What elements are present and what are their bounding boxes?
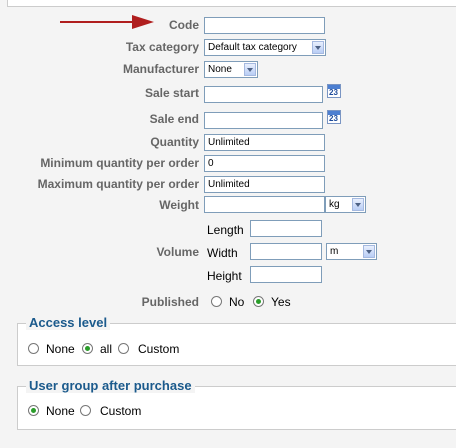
manufacturer-value: None: [208, 64, 232, 75]
weight-input[interactable]: [204, 196, 325, 213]
published-no-label: No: [229, 295, 245, 309]
sale-start-label: Sale start: [144, 86, 199, 100]
tax-category-value: Default tax category: [208, 42, 297, 53]
calendar-icon[interactable]: 23: [327, 84, 341, 98]
published-label: Published: [141, 295, 199, 309]
access-all-radio[interactable]: [82, 343, 93, 354]
calendar-icon[interactable]: 23: [327, 110, 341, 124]
manufacturer-label: Manufacturer: [122, 62, 199, 76]
access-none-radio[interactable]: [28, 343, 39, 354]
chevron-down-icon: [312, 41, 324, 54]
weight-unit-select[interactable]: kg: [325, 196, 366, 213]
access-level-legend: Access level: [26, 315, 111, 330]
user-group-custom-radio[interactable]: [80, 405, 91, 416]
width-input[interactable]: [250, 243, 322, 260]
sale-start-input[interactable]: [204, 86, 323, 103]
sale-end-input[interactable]: [204, 112, 323, 129]
code-input[interactable]: [204, 17, 325, 34]
height-input[interactable]: [250, 266, 322, 283]
access-custom-radio[interactable]: [118, 343, 129, 354]
width-label: Width: [207, 246, 238, 260]
length-input[interactable]: [250, 220, 322, 237]
user-group-custom-label: Custom: [100, 404, 142, 418]
user-group-legend: User group after purchase: [26, 378, 195, 393]
user-group-none-radio[interactable]: [28, 405, 39, 416]
published-yes-label: Yes: [271, 295, 291, 309]
min-quantity-label: Minimum quantity per order: [40, 156, 199, 170]
access-none-label: None: [46, 342, 75, 356]
access-all-label: all: [100, 342, 113, 356]
sale-end-label: Sale end: [149, 112, 199, 126]
quantity-label: Quantity: [150, 135, 199, 149]
quantity-input[interactable]: Unlimited: [204, 134, 325, 151]
code-label: Code: [169, 18, 199, 32]
published-yes-radio[interactable]: [253, 296, 264, 307]
max-quantity-label: Maximum quantity per order: [37, 177, 199, 191]
top-panel-edge: [7, 0, 456, 7]
volume-unit-select[interactable]: m: [326, 243, 377, 260]
manufacturer-select[interactable]: None: [204, 61, 258, 78]
volume-label: Volume: [156, 245, 199, 259]
height-label: Height: [207, 269, 242, 283]
min-quantity-input[interactable]: 0: [204, 155, 325, 172]
tax-category-select[interactable]: Default tax category: [204, 39, 326, 56]
weight-label: Weight: [159, 198, 199, 212]
user-group-none-label: None: [46, 404, 75, 418]
length-label: Length: [207, 223, 244, 237]
published-no-radio[interactable]: [211, 296, 222, 307]
chevron-down-icon: [244, 63, 256, 76]
chevron-down-icon: [352, 198, 364, 211]
access-custom-label: Custom: [138, 342, 180, 356]
weight-unit-value: kg: [329, 199, 340, 210]
max-quantity-input[interactable]: Unlimited: [204, 176, 325, 193]
tax-category-label: Tax category: [125, 40, 199, 54]
chevron-down-icon: [363, 245, 375, 258]
volume-unit-value: m: [330, 246, 339, 257]
